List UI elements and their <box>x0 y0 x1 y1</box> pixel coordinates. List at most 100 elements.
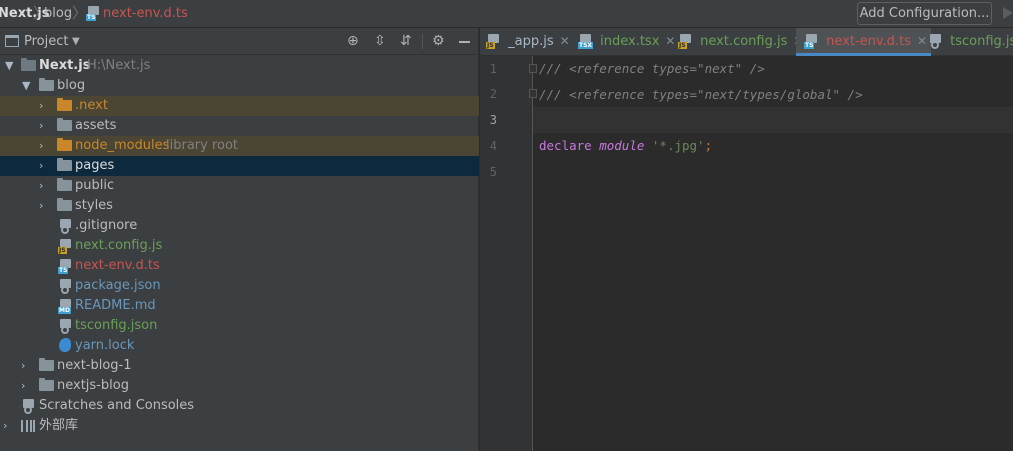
tree-item-package-json[interactable]: package.json <box>0 276 479 296</box>
tree-item-label: styles <box>75 198 113 213</box>
line-number: 2 <box>489 87 497 101</box>
tree-item-readme[interactable]: MD README.md <box>0 296 479 316</box>
tab-next-config-js[interactable]: JS next.config.js✕ <box>678 28 803 56</box>
tree-item-root[interactable]: ▼ Next.js H:\Next.js <box>0 56 479 76</box>
tab-label: _app.js <box>508 34 554 49</box>
folder-icon <box>57 118 72 131</box>
project-tool-window: Project ▼ ⊕ ⇳ ⇵ ⚙ ▼ Next.js H:\Next.js ▼… <box>0 28 479 451</box>
tree-item-label: next-env.d.ts <box>75 258 160 273</box>
chevron-down-icon[interactable]: ▼ <box>5 56 13 75</box>
close-icon[interactable]: ✕ <box>917 34 927 48</box>
line-number: 4 <box>489 139 497 153</box>
tree-item-node-modules[interactable]: › node_modules library root <box>0 136 479 156</box>
tree-item-label: 外部库 <box>39 418 79 433</box>
json-file-icon <box>58 279 72 294</box>
code-line-4: declare module '*.jpg'; <box>539 138 712 153</box>
javascript-file-icon: JS <box>58 239 72 254</box>
line-number: 5 <box>489 165 497 179</box>
tree-item-public[interactable]: › public <box>0 176 479 196</box>
tree-item-label: next.config.js <box>75 238 163 253</box>
run-icon[interactable] <box>1003 7 1013 19</box>
current-line-highlight <box>480 107 1013 133</box>
close-icon[interactable]: ✕ <box>665 34 675 48</box>
tree-item-next-config[interactable]: JS next.config.js <box>0 236 479 256</box>
add-configuration-button[interactable]: Add Configuration... <box>857 2 992 25</box>
breadcrumb-file-icon: TS <box>86 0 100 28</box>
gear-icon[interactable]: ⚙ <box>432 34 445 48</box>
project-view-icon <box>5 35 19 47</box>
json-file-icon <box>928 34 942 49</box>
chevron-right-icon[interactable]: › <box>39 156 43 175</box>
line-number-gutter: 1 2 3 4 5 <box>480 56 533 451</box>
folder-icon <box>39 358 54 371</box>
tab-label: tsconfig.json <box>950 34 1013 49</box>
expand-all-icon[interactable]: ⇳ <box>374 34 386 48</box>
tree-item-assets[interactable]: › assets <box>0 116 479 136</box>
fold-marker-icon[interactable] <box>529 89 537 98</box>
tree-item-pages[interactable]: › pages <box>0 156 479 176</box>
breadcrumb-file[interactable]: next-env.d.ts <box>103 0 188 28</box>
navigation-bar: Next.js 〉 blog 〉 TS next-env.d.ts Add Co… <box>0 0 1013 28</box>
chevron-right-icon[interactable]: › <box>21 356 25 375</box>
code-keyword: module <box>599 138 645 153</box>
collapse-all-icon[interactable]: ⇵ <box>400 34 412 48</box>
tab-index-tsx[interactable]: TSX index.tsx ✕ <box>578 28 675 56</box>
tree-item-external-libraries[interactable]: › 外部库 <box>0 416 479 436</box>
tab-label: next.config.js <box>700 34 788 49</box>
chevron-down-icon[interactable]: ▼ <box>22 76 30 95</box>
tab-tsconfig-json[interactable]: tsconfig.json <box>928 28 1013 56</box>
chevron-right-icon[interactable]: › <box>3 416 7 435</box>
code-editor[interactable]: 1 2 3 4 5 /// <reference types="next" />… <box>480 56 1013 451</box>
tree-item-label: yarn.lock <box>75 338 135 353</box>
tree-item-label: README.md <box>75 298 156 313</box>
chevron-right-icon[interactable]: › <box>21 376 25 395</box>
tab-next-env-d-ts[interactable]: TS next-env.d.ts ✕ <box>796 28 932 56</box>
tree-item-hint: library root <box>166 138 239 153</box>
typescript-file-icon: TS <box>58 259 72 274</box>
fold-marker-icon[interactable] <box>529 64 537 73</box>
chevron-right-icon[interactable]: › <box>39 116 43 135</box>
chevron-right-icon[interactable]: › <box>39 96 43 115</box>
folder-icon <box>39 378 54 391</box>
close-icon[interactable]: ✕ <box>560 34 570 48</box>
tree-item-next-env[interactable]: TS next-env.d.ts <box>0 256 479 276</box>
typescript-file-icon: TS <box>804 34 818 49</box>
tree-item-gitignore[interactable]: .gitignore <box>0 216 479 236</box>
tab-app-js[interactable]: JS _app.js ✕ <box>486 28 570 56</box>
tree-item-scratches[interactable]: Scratches and Consoles <box>0 396 479 416</box>
yarn-icon <box>59 338 71 352</box>
tree-item-label: public <box>75 178 115 193</box>
project-view-selector[interactable]: Project <box>24 28 68 55</box>
tree-item-styles[interactable]: › styles <box>0 196 479 216</box>
locate-file-icon[interactable]: ⊕ <box>347 34 359 48</box>
tree-item-label: Next.js <box>39 58 91 73</box>
markdown-file-icon: MD <box>58 299 72 314</box>
tree-item-label: Scratches and Consoles <box>39 398 195 413</box>
folder-icon <box>57 198 72 211</box>
tree-item-label: next-blog-1 <box>57 358 132 373</box>
tree-item-label: pages <box>75 158 115 173</box>
tree-item-yarn-lock[interactable]: yarn.lock <box>0 336 479 356</box>
chevron-right-icon[interactable]: › <box>39 136 43 155</box>
tree-item-next-dir[interactable]: › .next <box>0 96 479 116</box>
tab-label: index.tsx <box>600 34 660 49</box>
tree-item-tsconfig[interactable]: tsconfig.json <box>0 316 479 336</box>
code-line-2: /// <reference types="next/types/global"… <box>539 87 863 102</box>
chevron-down-icon[interactable]: ▼ <box>72 28 80 55</box>
tree-item-blog[interactable]: ▼ blog <box>0 76 479 96</box>
scratches-icon <box>21 399 35 414</box>
chevron-right-icon[interactable]: › <box>39 176 43 195</box>
header-divider <box>422 34 423 49</box>
hide-panel-icon[interactable] <box>459 41 470 43</box>
tree-item-label: node_modules <box>75 138 170 153</box>
tab-label: next-env.d.ts <box>826 34 911 49</box>
breadcrumb-folder[interactable]: blog <box>44 0 72 28</box>
library-icon <box>21 420 35 432</box>
tree-item-nextjs-blog[interactable]: › nextjs-blog <box>0 376 479 396</box>
chevron-right-icon[interactable]: › <box>39 196 43 215</box>
code-string: '*.jpg' <box>651 138 705 153</box>
javascript-file-icon: JS <box>678 34 692 49</box>
tree-item-next-blog-1[interactable]: › next-blog-1 <box>0 356 479 376</box>
folder-icon <box>57 158 72 171</box>
tree-item-path: H:\Next.js <box>87 58 151 73</box>
